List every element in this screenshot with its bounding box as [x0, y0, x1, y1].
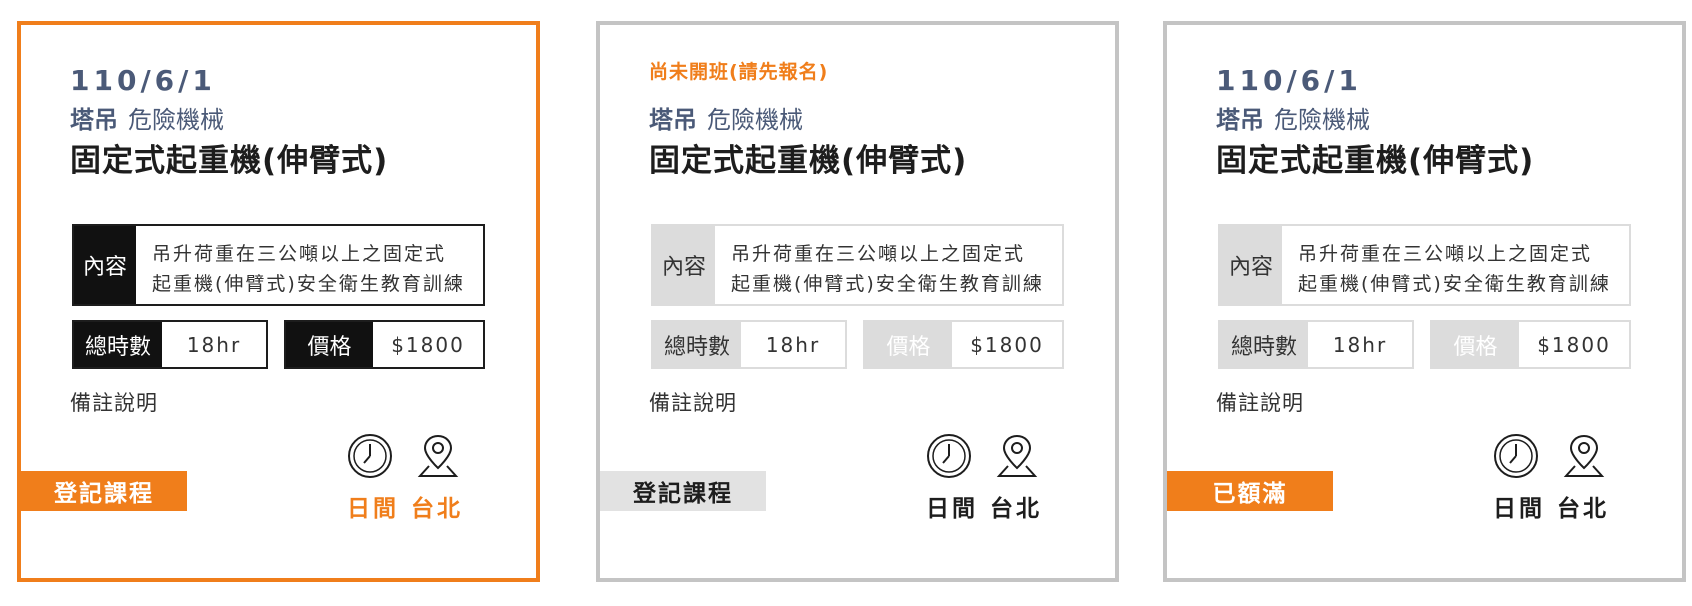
location-pin-icon — [993, 432, 1041, 480]
remark-text: 備註說明 — [1216, 391, 1304, 415]
hours-value: 18hr — [1332, 332, 1388, 357]
description-line-2: 起重機(伸臂式)安全衛生教育訓練 — [731, 273, 1044, 295]
location-pin-icon — [1560, 432, 1608, 480]
clock-icon — [346, 432, 394, 480]
course-title: 固定式起重機(伸臂式) — [649, 143, 968, 179]
description-text: 吊升荷重在三公噸以上之固定式 起重機(伸臂式)安全衛生教育訓練 — [136, 226, 483, 304]
course-category: 塔吊 危險機械 — [649, 100, 803, 135]
remark-text: 備註說明 — [70, 391, 158, 415]
hours-box: 總時數 18hr — [72, 320, 268, 369]
course-title: 固定式起重機(伸臂式) — [1216, 143, 1535, 179]
schedule-location: 台北 — [411, 496, 463, 522]
price-value: $1800 — [970, 332, 1044, 357]
category-sub: 危險機械 — [1274, 106, 1370, 134]
hours-value: 18hr — [186, 332, 242, 357]
category-main: 塔吊 — [70, 106, 118, 134]
hours-box: 總時數 18hr — [1218, 320, 1414, 369]
schedule-time: 日間 — [1493, 496, 1545, 522]
description-text: 吊升荷重在三公噸以上之固定式 起重機(伸臂式)安全衛生教育訓練 — [1282, 226, 1629, 304]
course-card-3[interactable]: 110/6/1 塔吊 危險機械 固定式起重機(伸臂式) 內容 吊升荷重在三公噸以上… — [1163, 21, 1686, 582]
location-pin-icon — [414, 432, 462, 480]
category-sub: 危險機械 — [128, 106, 224, 134]
course-description-box: 內容 吊升荷重在三公噸以上之固定式 起重機(伸臂式)安全衛生教育訓練 — [651, 224, 1064, 306]
course-date: 110/6/1 — [1216, 64, 1362, 97]
description-line-1: 吊升荷重在三公噸以上之固定式 — [731, 243, 1026, 265]
price-label: 價格 — [865, 322, 952, 367]
course-date: 110/6/1 — [70, 64, 216, 97]
category-main: 塔吊 — [1216, 106, 1264, 134]
course-title: 固定式起重機(伸臂式) — [70, 143, 389, 179]
clock-icon — [925, 432, 973, 480]
hours-label: 總時數 — [74, 322, 162, 367]
schedule-location: 台北 — [1557, 496, 1609, 522]
hours-label: 總時數 — [1220, 322, 1308, 367]
description-label: 內容 — [653, 226, 715, 304]
description-line-2: 起重機(伸臂式)安全衛生教育訓練 — [152, 273, 465, 295]
price-value: $1800 — [1537, 332, 1611, 357]
course-full-button[interactable]: 已額滿 — [1167, 471, 1333, 511]
schedule-time: 日間 — [926, 496, 978, 522]
category-main: 塔吊 — [649, 106, 697, 134]
price-box: 價格 $1800 — [284, 320, 485, 369]
register-course-button[interactable]: 登記課程 — [600, 471, 766, 511]
course-card-2[interactable]: 尚未開班(請先報名) 塔吊 危險機械 固定式起重機(伸臂式) 內容 吊升荷重在三公… — [596, 21, 1119, 582]
hours-value: 18hr — [765, 332, 821, 357]
course-category: 塔吊 危險機械 — [1216, 100, 1370, 135]
schedule-time: 日間 — [347, 496, 399, 522]
hours-label: 總時數 — [653, 322, 741, 367]
description-label: 內容 — [1220, 226, 1282, 304]
price-value: $1800 — [391, 332, 465, 357]
course-card-1[interactable]: 110/6/1 塔吊 危險機械 固定式起重機(伸臂式) 內容 吊升荷重在三公噸以上… — [17, 21, 540, 582]
description-line-1: 吊升荷重在三公噸以上之固定式 — [152, 243, 447, 265]
price-box: 價格 $1800 — [1430, 320, 1631, 369]
clock-icon — [1492, 432, 1540, 480]
course-description-box: 內容 吊升荷重在三公噸以上之固定式 起重機(伸臂式)安全衛生教育訓練 — [72, 224, 485, 306]
course-status-notice: 尚未開班(請先報名) — [649, 61, 829, 83]
description-label: 內容 — [74, 226, 136, 304]
register-course-button[interactable]: 登記課程 — [21, 471, 187, 511]
category-sub: 危險機械 — [707, 106, 803, 134]
price-box: 價格 $1800 — [863, 320, 1064, 369]
remark-text: 備註說明 — [649, 391, 737, 415]
description-line-2: 起重機(伸臂式)安全衛生教育訓練 — [1298, 273, 1611, 295]
price-label: 價格 — [1432, 322, 1519, 367]
description-line-1: 吊升荷重在三公噸以上之固定式 — [1298, 243, 1593, 265]
course-category: 塔吊 危險機械 — [70, 100, 224, 135]
schedule-location: 台北 — [990, 496, 1042, 522]
price-label: 價格 — [286, 322, 373, 367]
hours-box: 總時數 18hr — [651, 320, 847, 369]
description-text: 吊升荷重在三公噸以上之固定式 起重機(伸臂式)安全衛生教育訓練 — [715, 226, 1062, 304]
course-description-box: 內容 吊升荷重在三公噸以上之固定式 起重機(伸臂式)安全衛生教育訓練 — [1218, 224, 1631, 306]
